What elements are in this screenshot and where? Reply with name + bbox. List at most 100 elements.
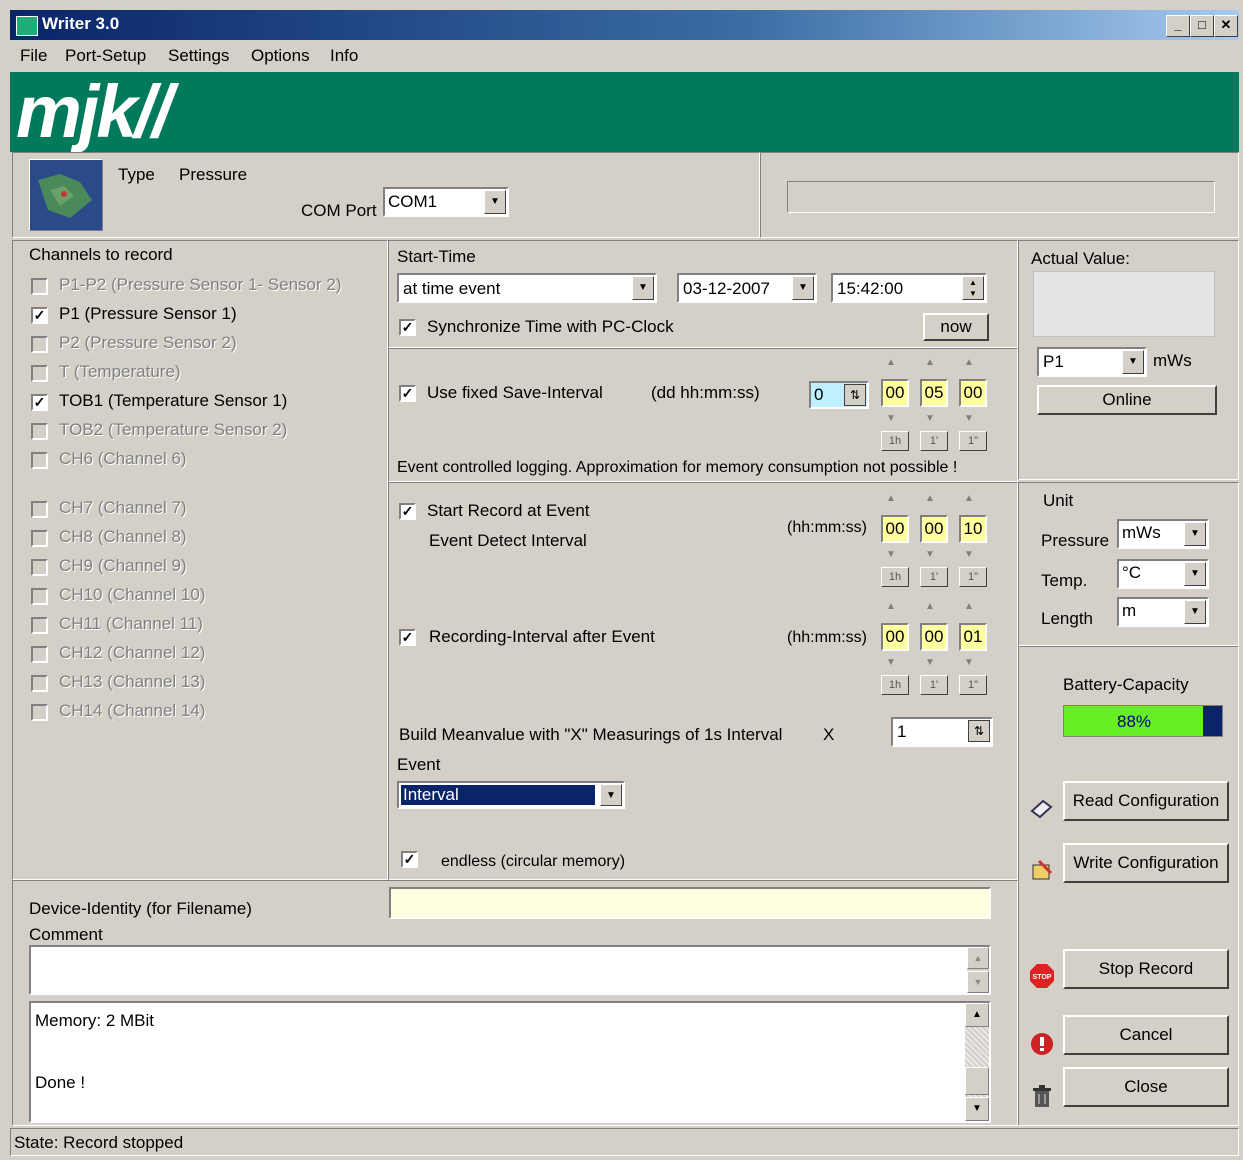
up-arrow-icon[interactable]: ▲ (925, 357, 935, 368)
menu-options[interactable]: Options (251, 46, 310, 66)
down-arrow-icon[interactable]: ▼ (886, 413, 896, 424)
maximize-button[interactable]: □ (1190, 15, 1214, 37)
up-arrow-icon[interactable]: ▲ (886, 493, 896, 504)
save-hh-field[interactable]: 00 (881, 379, 909, 407)
up-arrow-icon[interactable]: ▲ (886, 357, 896, 368)
add-1h-button[interactable]: 1h (881, 675, 909, 695)
channel-checkbox[interactable] (31, 336, 48, 353)
channel-checkbox[interactable] (31, 452, 48, 469)
down-arrow-icon[interactable]: ▼ (925, 549, 935, 560)
scroll-up-icon[interactable]: ▲ (967, 947, 989, 969)
write-configuration-button[interactable]: Write Configuration (1063, 843, 1229, 883)
add-1h-button[interactable]: 1h (881, 431, 909, 451)
detect-mm-field[interactable]: 00 (920, 515, 948, 543)
add-1s-button[interactable]: 1" (959, 431, 987, 451)
spin-icon[interactable]: ⇅ (844, 384, 866, 406)
online-button[interactable]: Online (1037, 385, 1217, 415)
channel-checkbox[interactable] (31, 617, 48, 634)
up-arrow-icon[interactable]: ▲ (925, 601, 935, 612)
com-port-select[interactable]: COM1 ▼ (383, 187, 509, 217)
close-window-button[interactable]: ✕ (1214, 15, 1238, 37)
channel-checkbox[interactable] (31, 704, 48, 721)
down-arrow-icon[interactable]: ▼ (964, 549, 974, 560)
spin-icon[interactable]: ⇅ (968, 720, 990, 742)
rec-hh-field[interactable]: 00 (881, 623, 909, 651)
channel-checkbox[interactable] (31, 559, 48, 576)
detect-hh-field[interactable]: 00 (881, 515, 909, 543)
up-arrow-icon[interactable]: ▲ (886, 601, 896, 612)
menu-port-setup[interactable]: Port-Setup (65, 46, 146, 66)
add-1s-button[interactable]: 1" (959, 567, 987, 587)
read-configuration-button[interactable]: Read Configuration (1063, 781, 1229, 821)
start-mode-select[interactable]: at time event ▼ (397, 273, 657, 303)
start-time-field[interactable]: 15:42:00 ▲ ▼ (831, 273, 987, 303)
channel-checkbox[interactable] (31, 530, 48, 547)
spin-icon[interactable]: ▲ ▼ (962, 276, 984, 300)
rec-mm-field[interactable]: 00 (920, 623, 948, 651)
channel-checkbox[interactable]: ✓ (31, 307, 48, 324)
minimize-button[interactable]: _ (1166, 15, 1190, 37)
channel-checkbox[interactable]: ✓ (31, 394, 48, 411)
down-arrow-icon[interactable]: ▼ (964, 413, 974, 424)
chevron-down-icon[interactable]: ▼ (1184, 562, 1206, 586)
chevron-down-icon[interactable]: ▼ (1184, 522, 1206, 546)
cancel-button[interactable]: Cancel (1063, 1015, 1229, 1055)
log-area[interactable]: Memory: 2 MBit Done ! ▲ ▼ (29, 1001, 991, 1123)
scroll-thumb[interactable] (965, 1067, 989, 1095)
down-arrow-icon[interactable]: ▼ (964, 657, 974, 668)
chevron-down-icon[interactable]: ▼ (600, 784, 622, 806)
add-1h-button[interactable]: 1h (881, 567, 909, 587)
meanvalue-input[interactable]: 1 ⇅ (891, 717, 993, 747)
chevron-down-icon[interactable]: ▼ (792, 276, 814, 300)
channel-checkbox[interactable] (31, 278, 48, 295)
channel-checkbox[interactable] (31, 365, 48, 382)
up-arrow-icon[interactable]: ▲ (964, 493, 974, 504)
comment-scrollbar[interactable]: ▲ ▼ (967, 947, 989, 993)
pressure-unit-select[interactable]: mWs ▼ (1117, 519, 1209, 549)
up-arrow-icon[interactable]: ▲ (964, 357, 974, 368)
title-bar[interactable]: Writer 3.0 _ □ ✕ (10, 10, 1239, 40)
add-1s-button[interactable]: 1" (959, 675, 987, 695)
chevron-down-icon[interactable]: ▼ (1122, 350, 1144, 374)
save-days-input[interactable]: 0 ⇅ (809, 381, 869, 409)
up-arrow-icon[interactable]: ▲ (925, 493, 935, 504)
start-date-picker[interactable]: 03-12-2007 ▼ (677, 273, 817, 303)
event-select[interactable]: Interval ▼ (397, 781, 625, 809)
chevron-down-icon[interactable]: ▼ (484, 190, 506, 214)
recording-interval-checkbox[interactable]: ✓ (399, 629, 416, 646)
scroll-down-icon[interactable]: ▼ (965, 1097, 989, 1121)
endless-checkbox[interactable]: ✓ (401, 851, 418, 868)
detect-ss-field[interactable]: 10 (959, 515, 987, 543)
actual-channel-select[interactable]: P1 ▼ (1037, 347, 1147, 377)
down-arrow-icon[interactable]: ▼ (886, 549, 896, 560)
menu-file[interactable]: File (20, 46, 47, 66)
save-ss-field[interactable]: 00 (959, 379, 987, 407)
close-button[interactable]: Close (1063, 1067, 1229, 1107)
sync-clock-checkbox[interactable]: ✓ (399, 319, 416, 336)
save-mm-field[interactable]: 05 (920, 379, 948, 407)
down-arrow-icon[interactable]: ▼ (886, 657, 896, 668)
scroll-down-icon[interactable]: ▼ (967, 971, 989, 993)
down-arrow-icon[interactable]: ▼ (925, 413, 935, 424)
add-1m-button[interactable]: 1' (920, 431, 948, 451)
down-arrow-icon[interactable]: ▼ (925, 657, 935, 668)
channel-checkbox[interactable] (31, 675, 48, 692)
rec-ss-field[interactable]: 01 (959, 623, 987, 651)
stop-record-button[interactable]: Stop Record (1063, 949, 1229, 989)
add-1m-button[interactable]: 1' (920, 567, 948, 587)
scroll-up-icon[interactable]: ▲ (965, 1003, 989, 1027)
channel-checkbox[interactable] (31, 423, 48, 440)
comment-textarea[interactable]: ▲ ▼ (29, 945, 991, 995)
length-unit-select[interactable]: m ▼ (1117, 597, 1209, 627)
fixed-save-interval-checkbox[interactable]: ✓ (399, 385, 416, 402)
add-1m-button[interactable]: 1' (920, 675, 948, 695)
log-scrollbar[interactable]: ▲ ▼ (965, 1003, 989, 1121)
channel-checkbox[interactable] (31, 501, 48, 518)
device-identity-input[interactable] (389, 887, 991, 919)
channel-checkbox[interactable] (31, 646, 48, 663)
menu-settings[interactable]: Settings (168, 46, 229, 66)
up-arrow-icon[interactable]: ▲ (964, 601, 974, 612)
temp-unit-select[interactable]: °C ▼ (1117, 559, 1209, 589)
now-button[interactable]: now (923, 313, 989, 341)
channel-checkbox[interactable] (31, 588, 48, 605)
